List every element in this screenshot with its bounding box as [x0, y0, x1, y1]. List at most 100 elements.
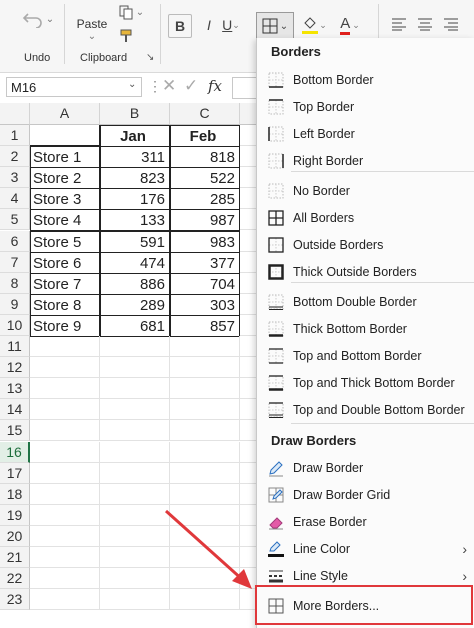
cell[interactable]: Feb — [170, 125, 240, 148]
row-header[interactable]: 16 — [0, 441, 30, 463]
cell[interactable] — [30, 125, 100, 147]
row-header[interactable]: 22 — [0, 568, 30, 590]
cell[interactable] — [170, 378, 240, 400]
bottom-border-item[interactable]: Bottom Border — [257, 66, 474, 93]
top-bottom-border-item[interactable]: Top and Bottom Border — [257, 342, 474, 369]
cancel-icon[interactable]: ✕ — [162, 76, 176, 96]
top-double-bottom-border-item[interactable]: Top and Double Bottom Border — [257, 396, 474, 423]
left-border-item[interactable]: Left Border — [257, 120, 474, 147]
cell[interactable]: 886 — [100, 272, 170, 295]
cell[interactable] — [100, 399, 170, 421]
borders-button[interactable]: ⌄ — [256, 12, 294, 40]
cell[interactable]: Store 3 — [30, 188, 100, 211]
row-header[interactable]: 7 — [0, 251, 30, 273]
cell[interactable]: Store 9 — [30, 314, 100, 337]
cell[interactable] — [30, 589, 100, 611]
cell[interactable] — [170, 441, 240, 463]
cell[interactable]: 133 — [100, 209, 170, 232]
row-header[interactable]: 15 — [0, 420, 30, 442]
cell[interactable]: 987 — [170, 209, 240, 232]
row-header[interactable]: 23 — [0, 589, 30, 611]
fill-color-button[interactable]: ⌄ — [300, 12, 328, 38]
row-header[interactable]: 10 — [0, 314, 30, 336]
cell[interactable] — [170, 357, 240, 379]
row-header[interactable]: 20 — [0, 525, 30, 547]
paste-dropdown-icon[interactable]: ⌄ — [88, 31, 96, 42]
cell[interactable] — [100, 462, 170, 484]
clipboard-launcher-icon[interactable]: ↘ — [146, 52, 154, 63]
cell[interactable] — [100, 441, 170, 463]
thick-bottom-border-item[interactable]: Thick Bottom Border — [257, 315, 474, 342]
font-color-button[interactable]: A ⌄ — [336, 12, 364, 38]
cell[interactable]: Store 5 — [30, 230, 100, 253]
cell[interactable] — [30, 568, 100, 590]
draw-border-grid-item[interactable]: Draw Border Grid — [257, 481, 474, 508]
bold-button[interactable]: B — [168, 14, 192, 38]
line-color-item[interactable]: Line Color › — [257, 535, 474, 562]
cell[interactable] — [30, 336, 100, 358]
top-thick-bottom-border-item[interactable]: Top and Thick Bottom Border — [257, 369, 474, 396]
cell[interactable] — [30, 547, 100, 569]
cell[interactable]: Store 2 — [30, 167, 100, 190]
cell[interactable] — [170, 399, 240, 421]
cell[interactable] — [30, 483, 100, 505]
row-header[interactable]: 11 — [0, 336, 30, 358]
cell[interactable]: Store 1 — [30, 146, 100, 169]
italic-button[interactable]: I — [198, 14, 220, 36]
cell[interactable] — [170, 462, 240, 484]
cell[interactable] — [100, 336, 170, 358]
cell[interactable]: 704 — [170, 272, 240, 295]
bottom-double-border-item[interactable]: Bottom Double Border — [257, 288, 474, 315]
row-header[interactable]: 3 — [0, 167, 30, 189]
cell[interactable]: 311 — [100, 146, 170, 169]
formula-input[interactable] — [232, 77, 257, 99]
row-header[interactable]: 14 — [0, 399, 30, 421]
cell[interactable]: 522 — [170, 167, 240, 190]
cell[interactable]: 474 — [100, 251, 170, 274]
top-border-item[interactable]: Top Border — [257, 93, 474, 120]
name-box-dropdown-icon[interactable]: ⌄ — [128, 79, 136, 90]
cell[interactable]: Store 7 — [30, 272, 100, 295]
outside-borders-item[interactable]: Outside Borders — [257, 231, 474, 258]
cell[interactable] — [170, 336, 240, 358]
cell[interactable]: 377 — [170, 251, 240, 274]
cell[interactable]: Store 4 — [30, 209, 100, 232]
cell[interactable] — [170, 420, 240, 442]
align-left-button[interactable] — [388, 12, 410, 36]
row-header[interactable]: 12 — [0, 357, 30, 379]
cell[interactable] — [30, 357, 100, 379]
cell[interactable] — [30, 504, 100, 526]
row-header[interactable]: 9 — [0, 293, 30, 315]
cell[interactable]: 285 — [170, 188, 240, 211]
row-header[interactable]: 17 — [0, 462, 30, 484]
row-header[interactable]: 18 — [0, 483, 30, 505]
row-header[interactable]: 4 — [0, 188, 30, 210]
underline-button[interactable]: U ⌄ — [220, 14, 242, 36]
align-right-button[interactable] — [440, 12, 462, 36]
erase-border-item[interactable]: Erase Border — [257, 508, 474, 535]
draw-border-item[interactable]: Draw Border — [257, 454, 474, 481]
cell[interactable] — [100, 420, 170, 442]
cell[interactable] — [30, 420, 100, 442]
name-box[interactable]: M16 — [6, 77, 142, 97]
row-header[interactable]: 5 — [0, 209, 30, 231]
cell[interactable]: 289 — [100, 293, 170, 316]
all-borders-item[interactable]: All Borders — [257, 204, 474, 231]
no-border-item[interactable]: No Border — [257, 177, 474, 204]
insert-function-icon[interactable]: fx — [208, 77, 222, 95]
row-header[interactable]: 21 — [0, 547, 30, 569]
align-center-button[interactable] — [414, 12, 436, 36]
cell[interactable] — [170, 483, 240, 505]
right-border-item[interactable]: Right Border — [257, 147, 474, 174]
select-all-corner[interactable] — [0, 103, 30, 125]
cell[interactable] — [100, 378, 170, 400]
enter-icon[interactable]: ✓ — [184, 76, 198, 96]
cell[interactable]: 681 — [100, 314, 170, 337]
cell[interactable]: 176 — [100, 188, 170, 211]
copy-button[interactable]: ⌄ — [116, 2, 146, 22]
row-header[interactable]: 6 — [0, 230, 30, 252]
column-header[interactable]: C — [170, 103, 240, 125]
cell[interactable]: 823 — [100, 167, 170, 190]
cell[interactable]: Store 8 — [30, 293, 100, 316]
cell[interactable]: 857 — [170, 314, 240, 337]
